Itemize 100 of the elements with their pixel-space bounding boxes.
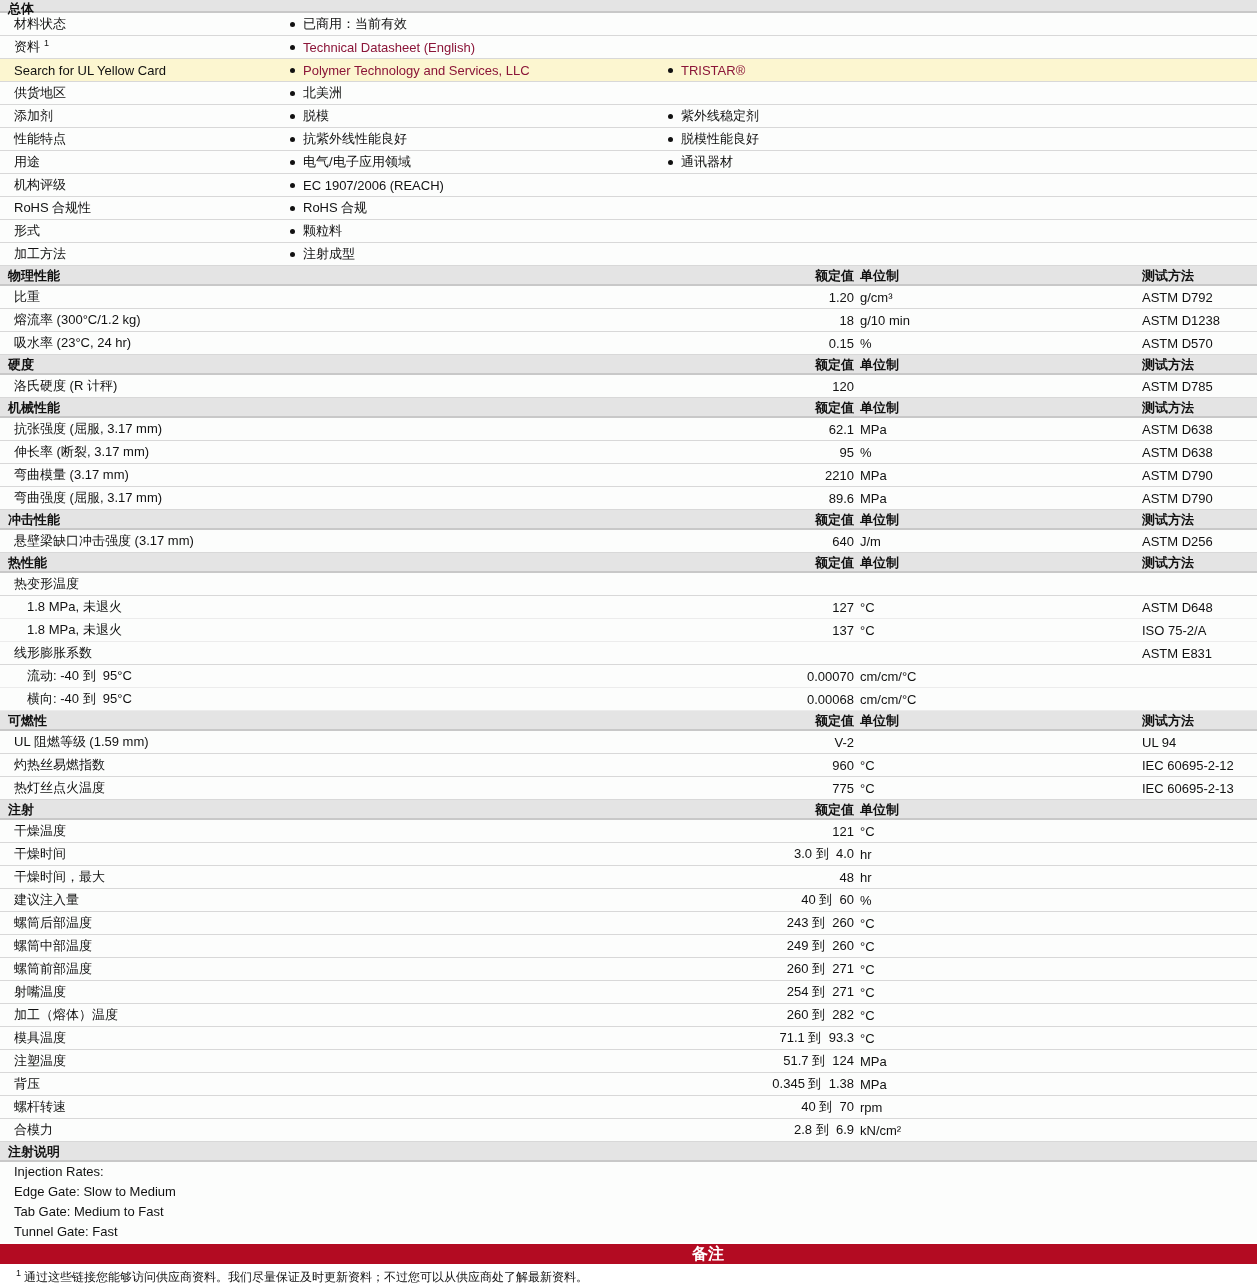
bullet-icon [290, 44, 295, 50]
value-cell: 95 [839, 444, 854, 460]
property-label: 干燥温度 [13, 822, 67, 840]
footnote-text: $^{1}$ 通过这些链接您能够访问供应商资料。我们尽量保证及时更新资料；不过您可以从供应商处了解最新资料。 [15, 1270, 589, 1283]
section-title: 总体 [6, 0, 35, 17]
property-label: 螺筒后部温度 [13, 914, 93, 932]
column-header: 额定值 [814, 399, 854, 416]
row-label: 形式 [13, 222, 41, 240]
unit-cell-text: MPa [859, 1053, 888, 1069]
unit-cell-text: °C [859, 622, 876, 638]
method-cell-text: UL 94 [1141, 734, 1178, 750]
note-text: Edge Gate: Slow to Medium [14, 1184, 176, 1199]
value-cell: 48 [839, 869, 854, 885]
bullet-icon [290, 251, 295, 257]
row-label: Search for UL Yellow Card [13, 62, 167, 78]
value-cell: 40 到 60 [801, 891, 854, 909]
row-label: 用途 [13, 153, 41, 171]
unit-cell-text: hr [859, 846, 873, 862]
column-header: 单位制 [859, 267, 900, 284]
column-header: 单位制 [859, 801, 900, 818]
method-cell-text: ASTM D785 [1141, 378, 1214, 394]
item-text: 颗粒料 [303, 222, 342, 240]
property-label: 1.8 MPa, 未退火 [26, 621, 123, 639]
property-label: 背压 [13, 1075, 41, 1093]
bullet-icon [290, 90, 295, 96]
property-label: 横向: -40 到 95°C [26, 690, 133, 708]
method-cell-text: IEC 60695-2-13 [1141, 780, 1235, 796]
property-label: 伸长率 (断裂, 3.17 mm) [13, 443, 151, 461]
row-label: 加工方法 [13, 245, 67, 263]
property-label: 弯曲强度 (屈服, 3.17 mm) [13, 489, 164, 507]
value-cell: 0.345 到 1.38 [772, 1075, 854, 1093]
value-cell: 640 [832, 533, 854, 549]
link[interactable]: TRISTAR® [681, 62, 746, 78]
value-cell: 260 到 282 [786, 1006, 854, 1024]
property-label: 射嘴温度 [13, 983, 67, 1001]
unit-cell-text: MPa [859, 490, 888, 506]
item-text: 电气/电子应用领域 [303, 153, 411, 171]
property-label: 线形膨胀系数 [13, 644, 93, 662]
column-header: 单位制 [859, 511, 900, 528]
value-cell: 127 [832, 599, 854, 615]
property-label: 抗张强度 (屈服, 3.17 mm) [13, 420, 164, 438]
row-label: 性能特点 [13, 130, 67, 148]
unit-cell-text: cm/cm/°C [859, 668, 918, 684]
item-text: EC 1907/2006 (REACH) [303, 177, 444, 193]
property-label: 注塑温度 [13, 1052, 67, 1070]
item-text: 北美洲 [303, 84, 342, 102]
column-header: 测试方法 [1141, 399, 1195, 416]
value-cell: 260 到 271 [786, 960, 854, 978]
value-cell: 51.7 到 124 [783, 1052, 854, 1070]
unit-cell-text: cm/cm/°C [859, 691, 918, 707]
value-cell: 1.20 [828, 289, 854, 305]
column-header: 单位制 [859, 356, 900, 373]
unit-cell-text: °C [859, 961, 876, 977]
value-cell: 40 到 70 [801, 1098, 854, 1116]
unit-cell-text: °C [859, 938, 876, 954]
property-label: 1.8 MPa, 未退火 [26, 598, 123, 616]
bullet-icon [290, 136, 295, 142]
item-text: 抗紫外线性能良好 [303, 130, 407, 148]
column-header: 单位制 [859, 554, 900, 571]
row-label: 材料状态 [13, 15, 67, 33]
value-cell: 120 [832, 378, 854, 394]
method-cell-text: ISO 75-2/A [1141, 622, 1208, 638]
value-cell: 3.0 到 4.0 [794, 845, 854, 863]
item-text: 脱模 [303, 107, 329, 125]
value-cell: 243 到 260 [786, 914, 854, 932]
unit-cell-text: °C [859, 1030, 876, 1046]
value-cell: 254 到 271 [786, 983, 854, 1001]
unit-cell-text: °C [859, 757, 876, 773]
value-cell: 775 [832, 780, 854, 796]
property-label: 悬壁梁缺口冲击强度 (3.17 mm) [13, 532, 195, 550]
property-label: 干燥时间 [13, 845, 67, 863]
link[interactable]: Polymer Technology and Services, LLC [303, 62, 530, 78]
method-cell-text: ASTM D792 [1141, 289, 1214, 305]
property-label: 干燥时间，最大 [13, 868, 106, 886]
link[interactable]: Technical Datasheet (English) [303, 39, 475, 55]
section-title: 注射 [7, 801, 35, 818]
column-header: 单位制 [859, 399, 900, 416]
bullet-icon [290, 182, 295, 188]
bullet-icon [290, 205, 295, 211]
column-header: 测试方法 [1141, 712, 1195, 729]
method-cell-text: ASTM E831 [1141, 645, 1214, 661]
value-cell: 18 [839, 312, 854, 328]
column-header: 测试方法 [1141, 267, 1195, 284]
property-label: 加工（熔体）温度 [13, 1006, 119, 1024]
property-label: 热变形温度 [13, 575, 80, 593]
unit-cell-text: rpm [859, 1099, 884, 1115]
unit-cell-text: MPa [859, 467, 888, 483]
note-text: Tab Gate: Medium to Fast [14, 1204, 164, 1219]
property-label: 洛氏硬度 (R 计秤) [13, 377, 119, 395]
value-cell: 2210 [825, 467, 854, 483]
section-title: 物理性能 [7, 267, 61, 284]
bullet-icon [290, 67, 295, 73]
property-label: 熔流率 (300°C/1.2 kg) [13, 311, 142, 329]
item-text: 已商用：当前有效 [303, 15, 407, 33]
unit-cell-text: g/cm³ [859, 289, 894, 305]
property-label: 吸水率 (23°C, 24 hr) [13, 334, 133, 352]
unit-cell-text: kN/cm² [859, 1122, 903, 1138]
property-label: 热灯丝点火温度 [13, 779, 106, 797]
unit-cell-text: g/10 min [859, 312, 911, 328]
bullet-icon [290, 228, 295, 234]
